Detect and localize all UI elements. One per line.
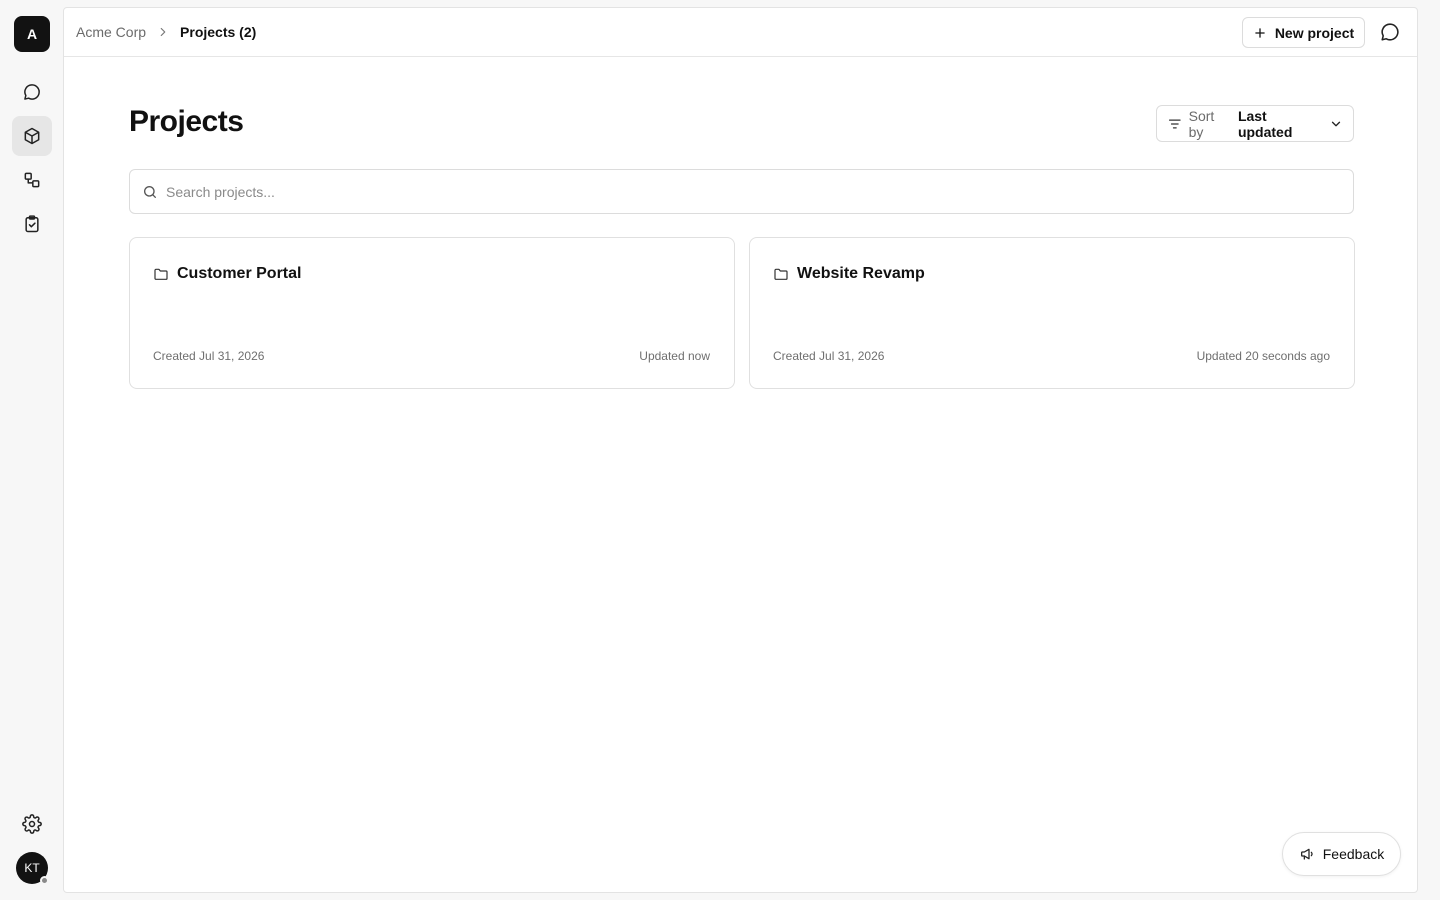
- breadcrumb-current-page: Projects (2): [180, 24, 257, 40]
- project-updated-time: Updated 20 seconds ago: [1196, 349, 1330, 363]
- presence-status-dot: [40, 876, 49, 885]
- main-panel: Acme Corp Projects (2) New project Proje…: [63, 7, 1418, 893]
- sort-dropdown[interactable]: Sort by Last updated: [1156, 105, 1354, 142]
- feedback-label: Feedback: [1322, 846, 1385, 862]
- rail-item-workflows[interactable]: [12, 160, 52, 200]
- settings-button[interactable]: [12, 804, 52, 844]
- folder-icon: [154, 268, 168, 280]
- filter-lines-icon: [1168, 118, 1181, 129]
- page-title: Projects: [129, 105, 244, 138]
- chat-icon: [24, 84, 40, 100]
- user-avatar[interactable]: KT: [16, 852, 49, 885]
- project-updated-time: Updated now: [639, 349, 710, 363]
- new-project-label: New project: [1274, 24, 1355, 41]
- sort-value: Last updated: [1237, 107, 1293, 140]
- rail-item-projects[interactable]: [12, 116, 52, 156]
- cube-icon: [24, 127, 40, 145]
- project-created-date: Created Jul 31, 2026: [773, 349, 885, 363]
- top-bar: Acme Corp Projects (2) New project: [64, 8, 1417, 57]
- folder-icon: [774, 268, 788, 280]
- new-project-button[interactable]: New project: [1242, 17, 1365, 48]
- chevron-down-icon: [1329, 117, 1343, 131]
- megaphone-icon: [1300, 848, 1313, 860]
- project-card-header: Website Revamp: [773, 265, 925, 283]
- project-created-date: Created Jul 31, 2026: [153, 349, 265, 363]
- avatar-initials: KT: [24, 861, 40, 875]
- assistant-chat-button[interactable]: [1377, 19, 1403, 45]
- project-name: Website Revamp: [797, 265, 925, 282]
- workspace-initial: A: [26, 26, 38, 42]
- gear-icon: [22, 814, 42, 834]
- breadcrumb-workspace[interactable]: Acme Corp: [76, 24, 146, 40]
- search-input[interactable]: [166, 183, 1341, 200]
- search-icon: [144, 185, 156, 198]
- chat-bubble-icon: [1381, 23, 1399, 41]
- search-field[interactable]: [129, 169, 1354, 214]
- feedback-button[interactable]: Feedback: [1282, 832, 1401, 876]
- project-name: Customer Portal: [177, 265, 302, 282]
- breadcrumb: Acme Corp Projects (2): [76, 8, 256, 56]
- rail-item-tasks[interactable]: [12, 204, 52, 244]
- workspace-switcher[interactable]: A: [14, 16, 50, 52]
- project-card[interactable]: Customer Portal Created Jul 31, 2026 Upd…: [129, 237, 735, 389]
- workflow-icon: [24, 172, 40, 188]
- chevron-right-icon: [156, 25, 170, 39]
- plus-icon: [1255, 27, 1265, 38]
- clipboard-check-icon: [25, 215, 39, 233]
- project-card[interactable]: Website Revamp Created Jul 31, 2026 Upda…: [749, 237, 1355, 389]
- project-card-header: Customer Portal: [153, 265, 301, 283]
- sort-label: Sort by: [1188, 107, 1215, 140]
- rail-item-chat[interactable]: [12, 72, 52, 112]
- left-rail: A KT: [0, 0, 64, 900]
